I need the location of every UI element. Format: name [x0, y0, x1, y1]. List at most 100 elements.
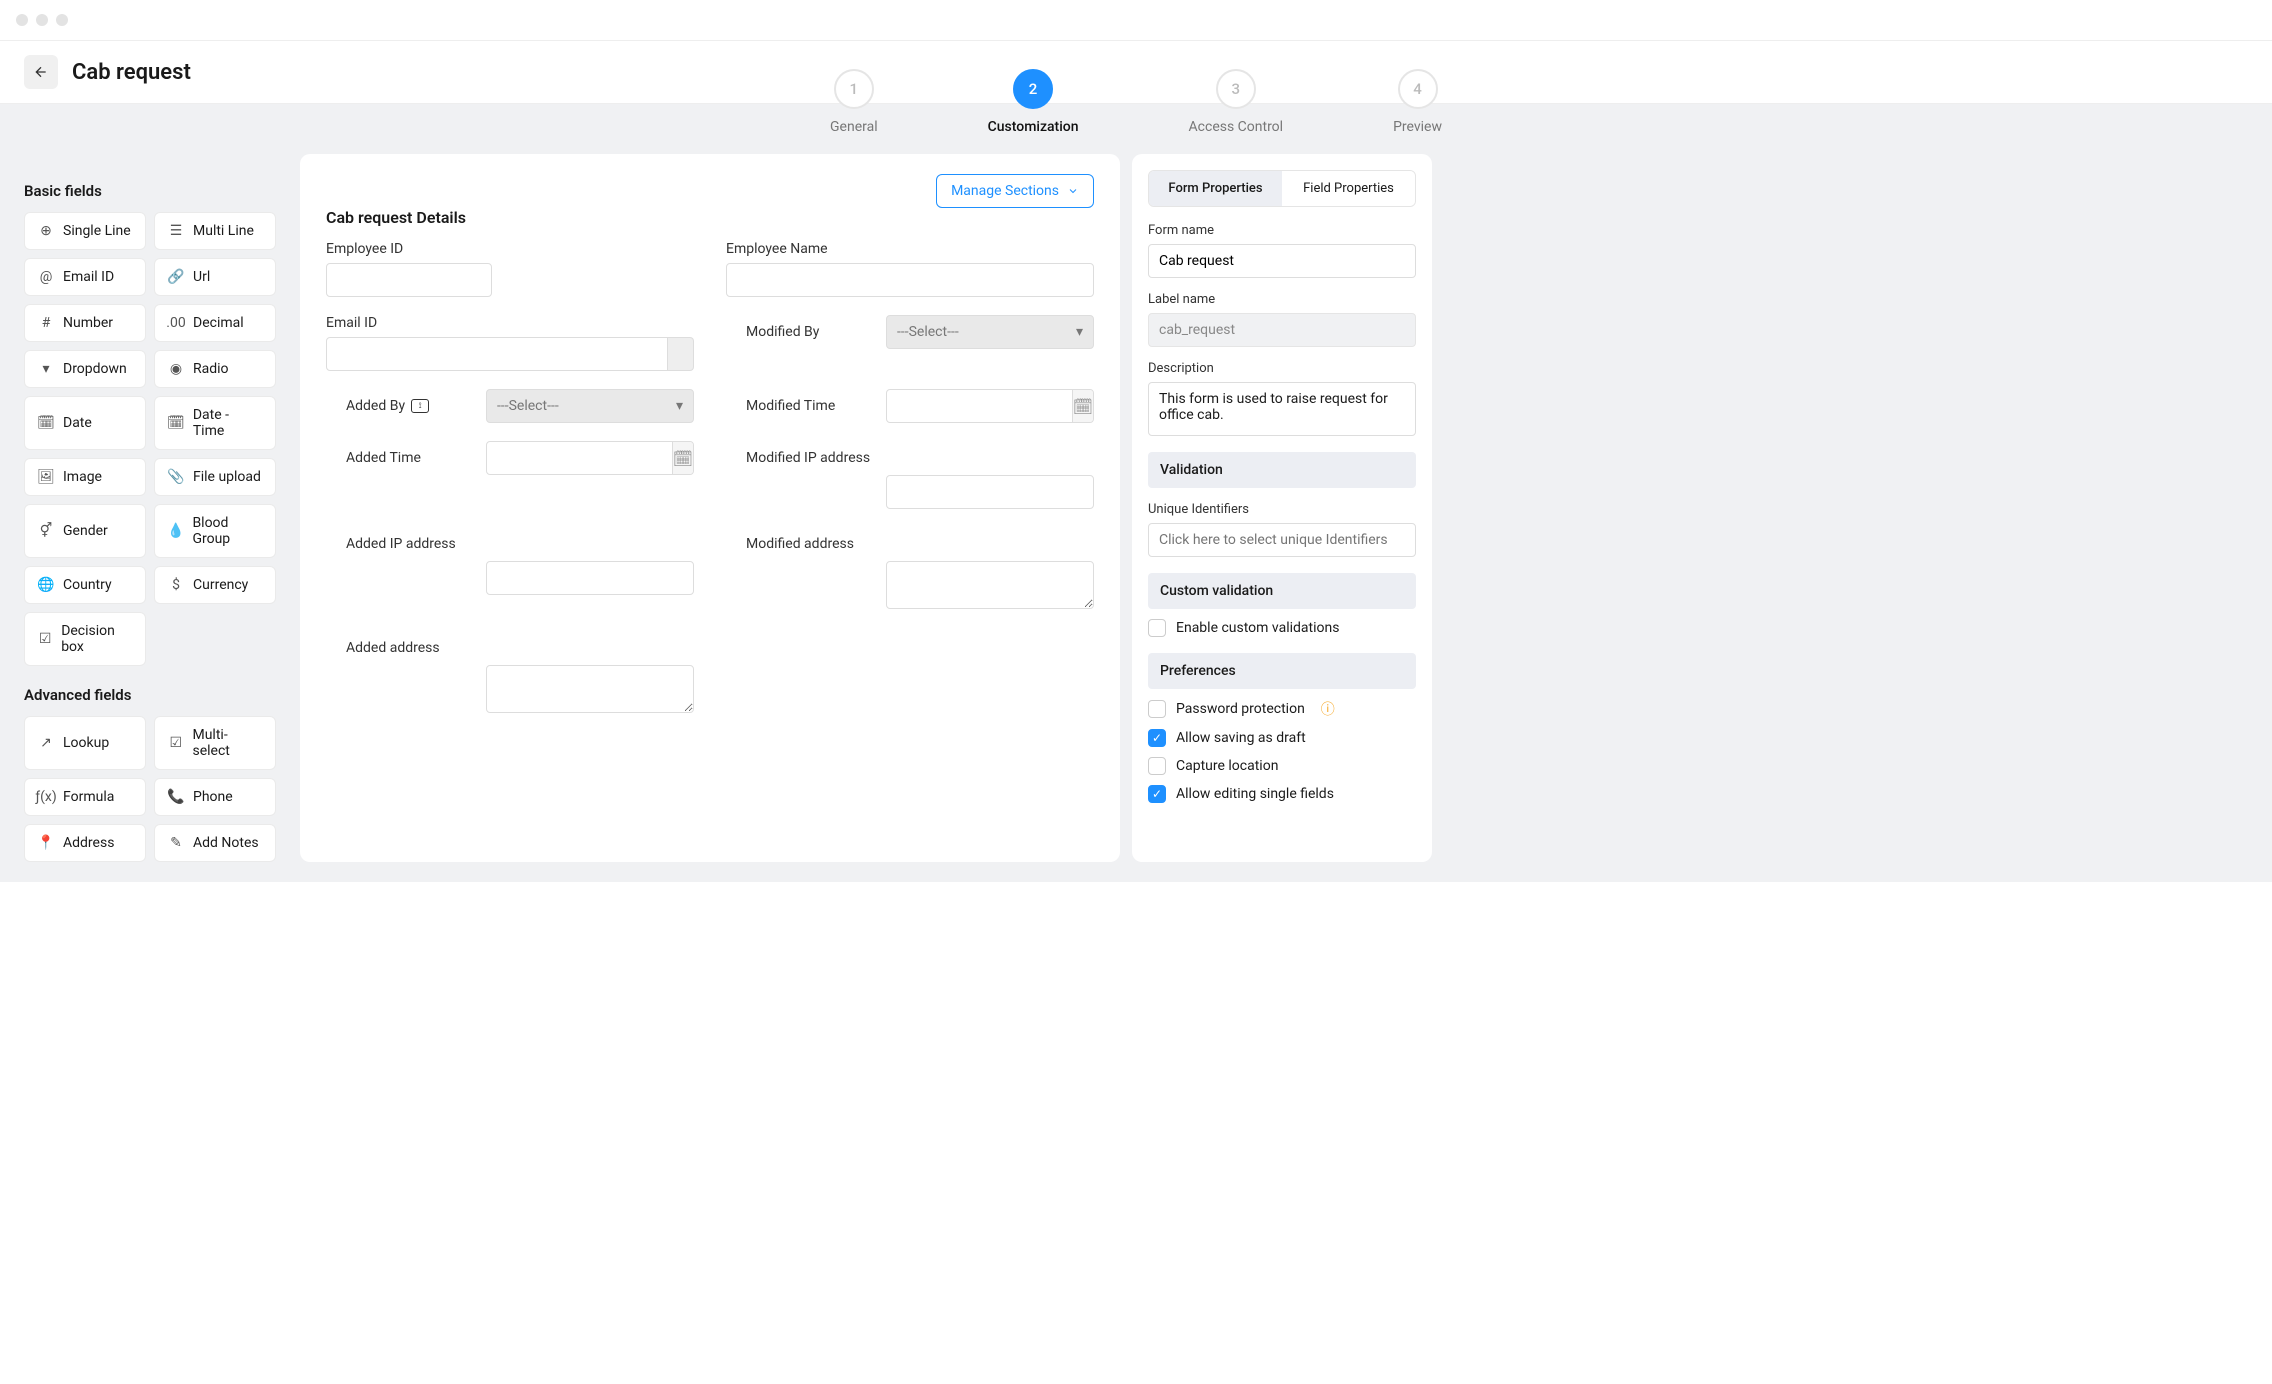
preferences-heading: Preferences — [1148, 653, 1416, 689]
chevron-down-icon: ▾ — [1076, 324, 1083, 340]
multi-select-icon: ☑ — [167, 735, 184, 751]
country-icon: 🌐 — [37, 577, 55, 593]
field-added-by[interactable]: Added By⟟ ---Select--- ▾ — [326, 389, 694, 423]
back-button[interactable] — [24, 55, 58, 89]
email-id-input[interactable] — [326, 337, 668, 371]
field-tile-multi-line[interactable]: ☰Multi Line — [154, 212, 276, 250]
traffic-light-min[interactable] — [36, 14, 48, 26]
properties-panel: Form Properties Field Properties Form na… — [1132, 154, 1432, 862]
image-icon: 🖼 — [37, 469, 55, 485]
gender-icon: ⚥ — [37, 523, 55, 539]
added-time-input[interactable] — [627, 442, 672, 474]
field-tile-address[interactable]: 📍Address — [24, 824, 146, 862]
field-modified-address[interactable]: Modified address — [726, 527, 1094, 613]
checkbox-checked[interactable] — [1148, 785, 1166, 803]
calendar-icon[interactable]: 🗓 — [1072, 390, 1093, 422]
field-added-time[interactable]: Added Time 🗓 — [326, 441, 694, 509]
chevron-down-icon: ▾ — [676, 398, 683, 414]
enable-custom-validation-row[interactable]: Enable custom validations — [1148, 619, 1416, 637]
traffic-light-max[interactable] — [56, 14, 68, 26]
advanced-fields-heading: Advanced fields — [24, 686, 276, 704]
added-by-select[interactable]: ---Select--- ▾ — [486, 389, 694, 423]
field-modified-time[interactable]: Modified Time 🗓 — [726, 389, 1094, 423]
lookup-icon: ↗ — [37, 735, 55, 751]
traffic-light-close[interactable] — [16, 14, 28, 26]
field-employee-id[interactable]: Employee ID — [326, 241, 694, 297]
step-preview[interactable]: 4 Preview — [1393, 69, 1442, 135]
field-modified-by[interactable]: Modified By ---Select--- ▾ — [726, 315, 1094, 371]
field-tile-lookup[interactable]: ↗Lookup — [24, 716, 146, 770]
field-tile-country[interactable]: 🌐Country — [24, 566, 146, 604]
form-canvas: Manage Sections Cab request Details Empl… — [300, 154, 1120, 862]
capture-location-row[interactable]: Capture location — [1148, 757, 1416, 775]
step-access-control[interactable]: 3 Access Control — [1189, 69, 1284, 135]
date-time-icon: 🗓 — [167, 415, 185, 431]
step-general[interactable]: 1 General — [830, 69, 878, 135]
field-tile-number[interactable]: #Number — [24, 304, 146, 342]
employee-id-input[interactable] — [326, 263, 492, 297]
address-icon: 📍 — [37, 835, 55, 851]
added-address-input[interactable] — [486, 665, 694, 713]
dropdown-icon: ▾ — [37, 361, 55, 377]
employee-name-input[interactable] — [726, 263, 1094, 297]
checkbox-unchecked[interactable] — [1148, 619, 1166, 637]
decimal-icon: .00 — [167, 315, 185, 331]
field-tile-phone[interactable]: 📞Phone — [154, 778, 276, 816]
tab-field-properties[interactable]: Field Properties — [1282, 171, 1415, 206]
field-tile-dropdown[interactable]: ▾Dropdown — [24, 350, 146, 388]
manage-sections-button[interactable]: Manage Sections — [936, 174, 1094, 208]
field-tile-date[interactable]: 🗓Date — [24, 396, 146, 450]
allow-draft-row[interactable]: Allow saving as draft — [1148, 729, 1416, 747]
field-tile-currency[interactable]: $Currency — [154, 566, 276, 604]
step-customization[interactable]: 2 Customization — [988, 69, 1079, 135]
custom-validation-heading: Custom validation — [1148, 573, 1416, 609]
modified-by-select[interactable]: ---Select--- ▾ — [886, 315, 1094, 349]
field-added-address[interactable]: Added address — [326, 631, 694, 717]
file-upload-icon: 📎 — [167, 469, 185, 485]
field-tile-decimal[interactable]: .00Decimal — [154, 304, 276, 342]
field-tile-image[interactable]: 🖼Image — [24, 458, 146, 496]
field-tile-email-id[interactable]: @Email ID — [24, 258, 146, 296]
url-icon: 🔗 — [167, 269, 185, 285]
unique-identifiers-input[interactable] — [1148, 523, 1416, 557]
wizard-steps: 1 General 2 Customization 3 Access Contr… — [830, 69, 1442, 135]
number-icon: # — [37, 315, 55, 331]
allow-edit-single-row[interactable]: Allow editing single fields — [1148, 785, 1416, 803]
field-tile-gender[interactable]: ⚥Gender — [24, 504, 146, 558]
field-tile-single-line[interactable]: ⊕Single Line — [24, 212, 146, 250]
window-chrome — [0, 0, 2272, 40]
checkbox-unchecked[interactable] — [1148, 700, 1166, 718]
field-tile-file-upload[interactable]: 📎File upload — [154, 458, 276, 496]
currency-icon: $ — [167, 577, 185, 593]
calendar-icon[interactable]: 🗓 — [672, 442, 693, 474]
description-label: Description — [1148, 361, 1416, 376]
modified-time-input[interactable] — [1027, 390, 1072, 422]
info-icon[interactable]: ⓘ — [1321, 699, 1335, 719]
basic-fields-heading: Basic fields — [24, 182, 276, 200]
checkbox-checked[interactable] — [1148, 729, 1166, 747]
email-suffix-button[interactable] — [668, 337, 694, 371]
decision-box-icon: ☑ — [37, 631, 53, 647]
tab-form-properties[interactable]: Form Properties — [1149, 171, 1282, 206]
description-input[interactable]: This form is used to raise request for o… — [1148, 382, 1416, 436]
date-icon: 🗓 — [37, 415, 55, 431]
password-protection-row[interactable]: Password protection ⓘ — [1148, 699, 1416, 719]
field-tile-multi-select[interactable]: ☑Multi-select — [154, 716, 276, 770]
modified-address-input[interactable] — [886, 561, 1094, 609]
field-tile-url[interactable]: 🔗Url — [154, 258, 276, 296]
added-ip-input[interactable] — [486, 561, 694, 595]
modified-ip-input[interactable] — [886, 475, 1094, 509]
field-tile-formula[interactable]: ƒ(x)Formula — [24, 778, 146, 816]
field-added-ip[interactable]: Added IP address — [326, 527, 694, 613]
field-tile-date-time[interactable]: 🗓Date - Time — [154, 396, 276, 450]
field-tile-decision-box[interactable]: ☑Decision box — [24, 612, 146, 666]
field-modified-ip[interactable]: Modified IP address — [726, 441, 1094, 509]
fields-palette: Basic fields ⊕Single Line☰Multi Line@Ema… — [0, 154, 300, 882]
field-tile-blood-group[interactable]: 💧Blood Group — [154, 504, 276, 558]
field-employee-name[interactable]: Employee Name — [726, 241, 1094, 297]
form-name-input[interactable] — [1148, 244, 1416, 278]
field-tile-radio[interactable]: ◉Radio — [154, 350, 276, 388]
checkbox-unchecked[interactable] — [1148, 757, 1166, 775]
field-email-id[interactable]: Email ID — [326, 315, 694, 371]
field-tile-add-notes[interactable]: ✎Add Notes — [154, 824, 276, 862]
